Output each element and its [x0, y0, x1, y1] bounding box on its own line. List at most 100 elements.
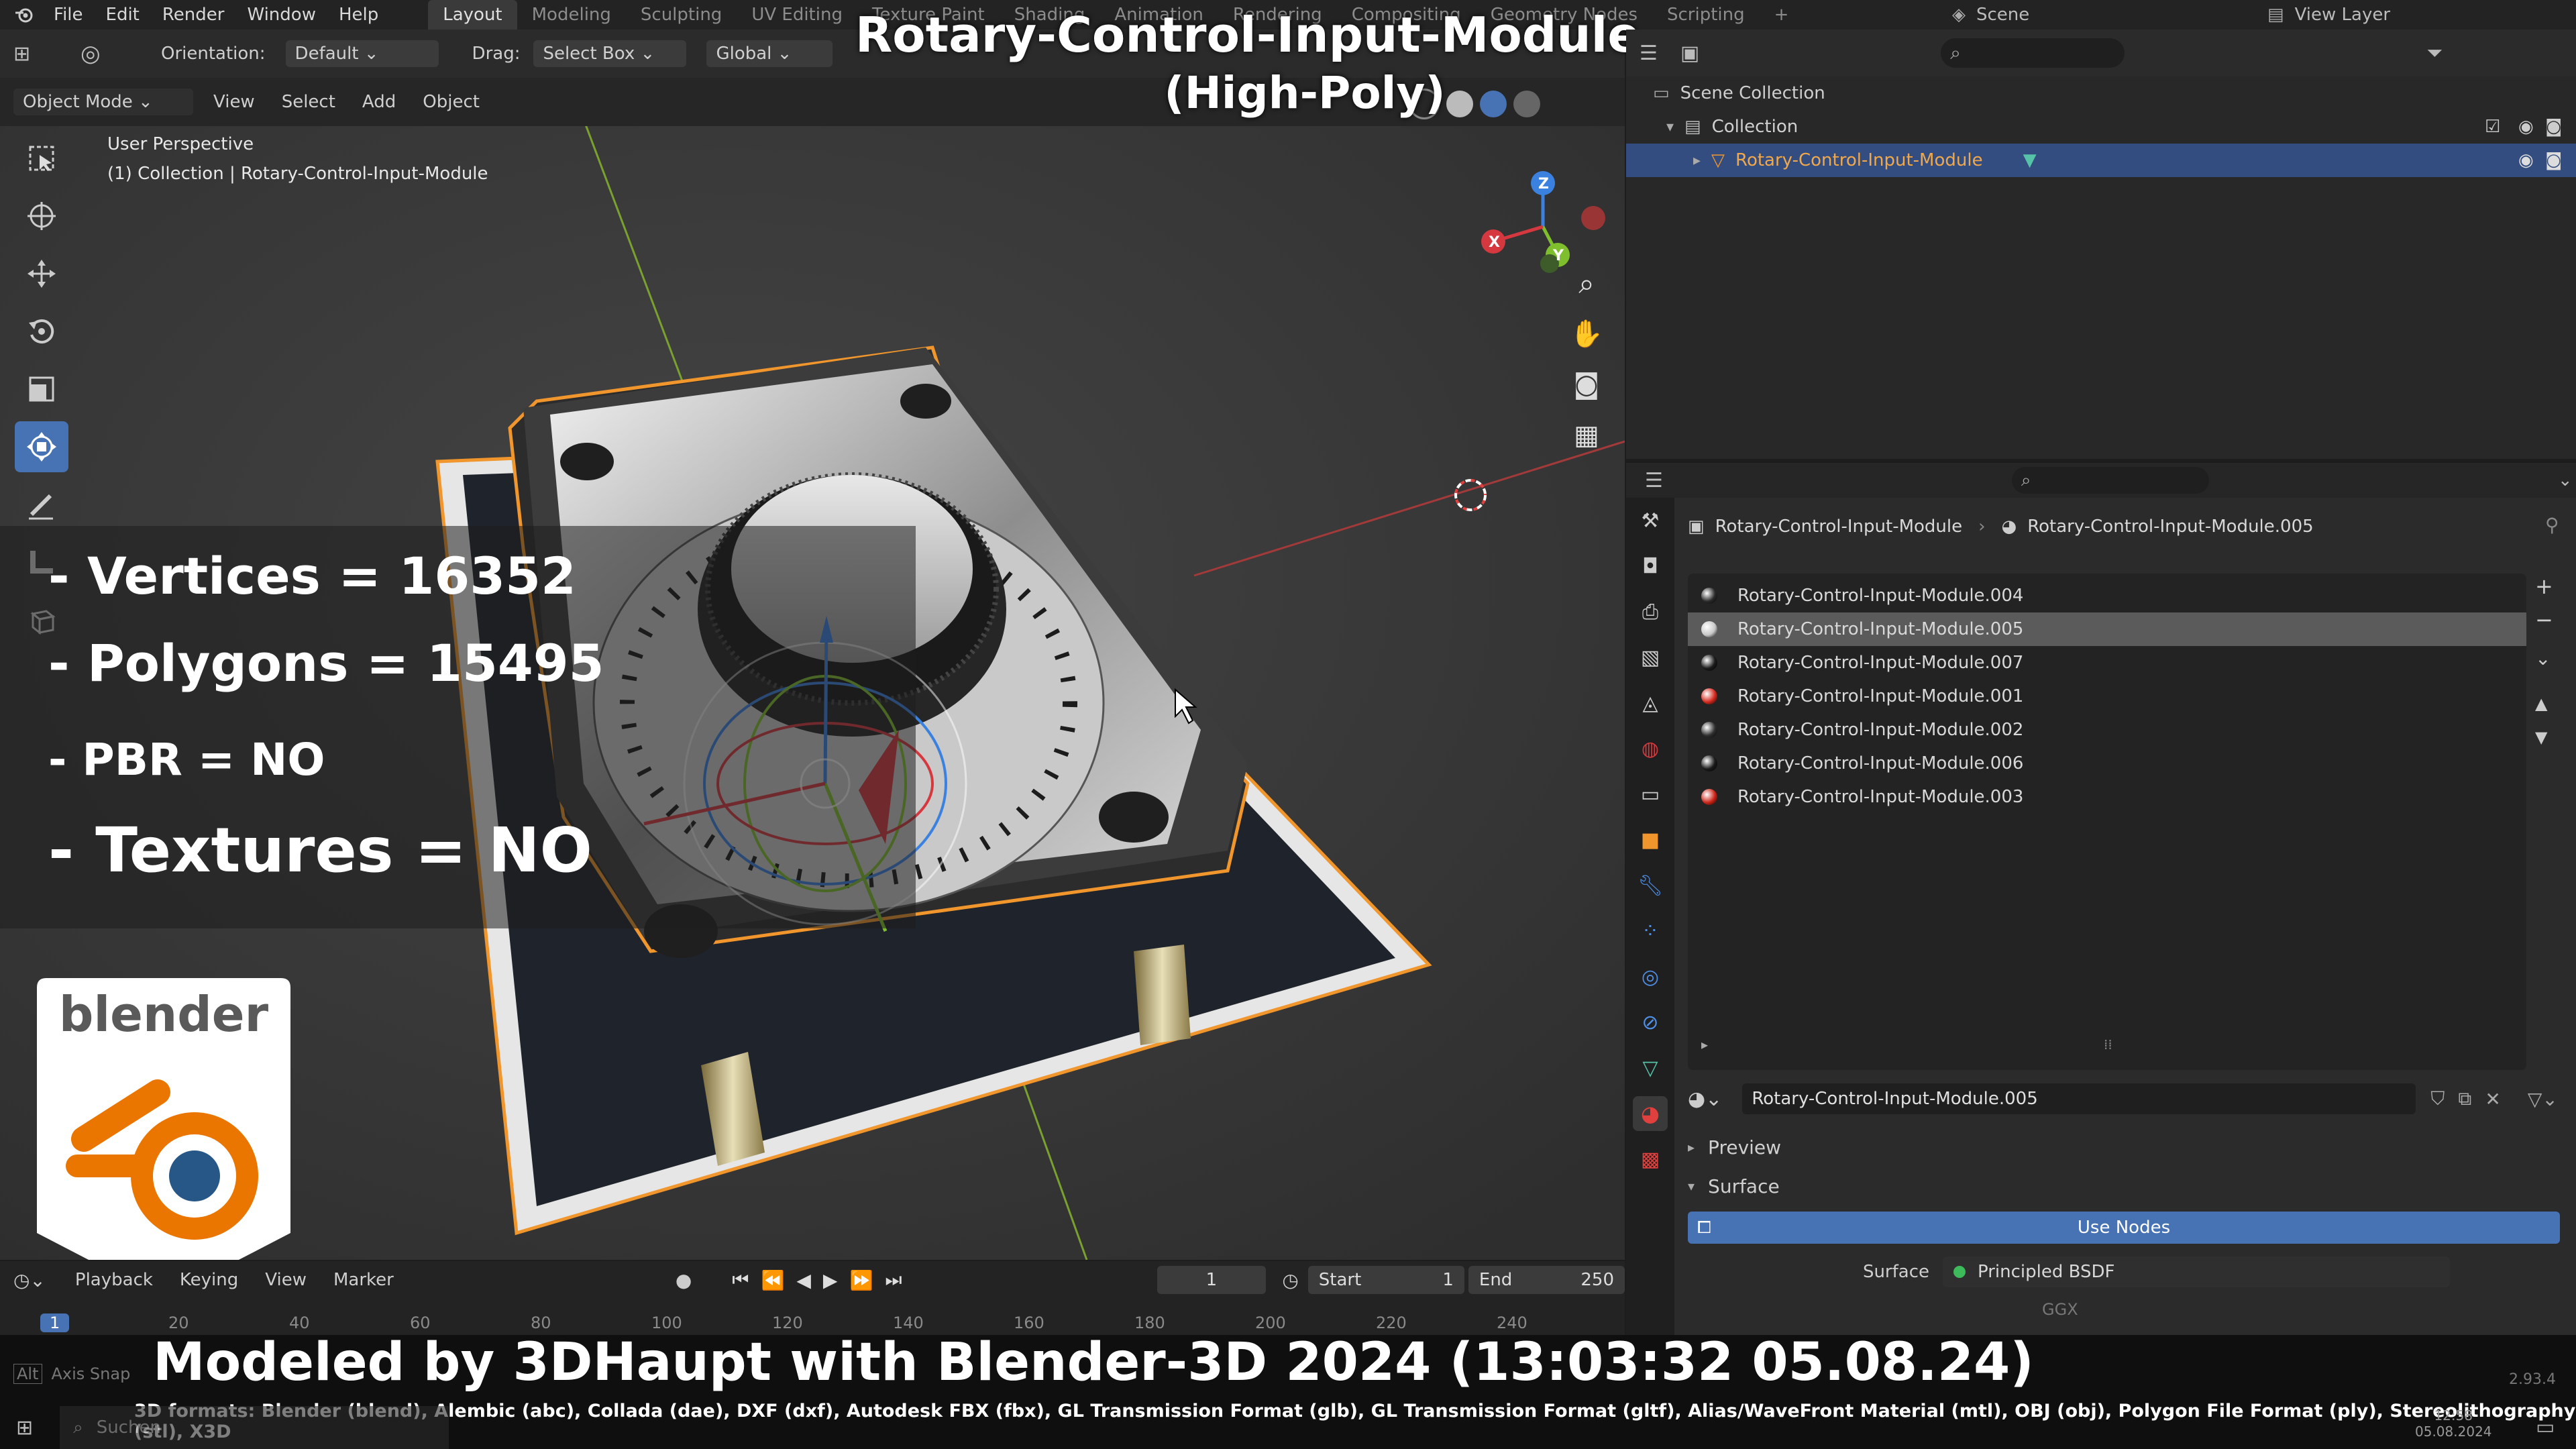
physics-tab-icon[interactable]: ◎: [1633, 959, 1668, 994]
ortho-grid-icon[interactable]: ▦: [1563, 420, 1610, 467]
menu-edit[interactable]: Edit: [106, 5, 140, 25]
tab-sculpting[interactable]: Sculpting: [626, 0, 737, 30]
tool-icon[interactable]: ◎: [80, 40, 121, 67]
properties-editor-icon[interactable]: ☰: [1645, 469, 1663, 492]
material-slot-item[interactable]: Rotary-Control-Input-Module.002: [1688, 713, 2526, 747]
browse-material-icon[interactable]: ◕⌄: [1688, 1087, 1722, 1111]
expand-arrow-icon[interactable]: ▸: [1693, 152, 1701, 169]
pin-icon[interactable]: ⚲: [2545, 514, 2559, 536]
menu-window[interactable]: Window: [247, 5, 316, 25]
particles-tab-icon[interactable]: ⁘: [1633, 914, 1668, 949]
menu-add[interactable]: Add: [362, 92, 396, 112]
fake-user-shield-icon[interactable]: ⛉: [2430, 1087, 2445, 1110]
list-resize-handle-icon[interactable]: ⁞⁞: [2104, 1036, 2112, 1053]
add-slot-icon[interactable]: +: [2535, 574, 2553, 607]
render-camera-icon[interactable]: ◙: [2545, 150, 2562, 170]
use-nodes-button[interactable]: ⧠ Use Nodes: [1688, 1212, 2560, 1244]
select-box-tool[interactable]: [15, 133, 68, 184]
collection-row[interactable]: ▾ ▤ Collection ☑ ◉ ◙: [1626, 110, 2576, 144]
view-layer-tab-icon[interactable]: ▧: [1633, 640, 1668, 675]
constraints-tab-icon[interactable]: ⊘: [1633, 1005, 1668, 1040]
taskbar-search-field[interactable]: ⌕ Suchen: [60, 1406, 449, 1449]
menu-object[interactable]: Object: [423, 92, 480, 112]
collection-tab-icon[interactable]: ▭: [1633, 777, 1668, 812]
annotate-tool[interactable]: [15, 479, 68, 530]
menu-view[interactable]: View: [213, 92, 255, 112]
material-slot-label: Rotary-Control-Input-Module.006: [1737, 753, 2024, 773]
view-layer-selector[interactable]: ▤ View Layer: [2267, 0, 2390, 30]
unlink-material-icon[interactable]: ✕: [2485, 1088, 2500, 1110]
exclude-checkbox-icon[interactable]: ☑: [2485, 117, 2500, 137]
transform-orientation-dropdown[interactable]: Global ⌄: [706, 40, 833, 67]
pan-hand-icon[interactable]: ✋: [1563, 318, 1610, 365]
distribution-field[interactable]: GGX: [2042, 1300, 2078, 1319]
material-slot-item[interactable]: Rotary-Control-Input-Module.003: [1688, 780, 2526, 814]
scene-collection-row[interactable]: ▭ Scene Collection: [1626, 76, 2576, 110]
surface-panel-header[interactable]: ▾ Surface: [1688, 1169, 1780, 1203]
mode-dropdown[interactable]: Object Mode ⌄: [13, 89, 193, 115]
visibility-eye-icon[interactable]: ◉: [2518, 117, 2534, 137]
move-up-icon[interactable]: ▲: [2535, 694, 2553, 728]
scene-selector[interactable]: ◈ Scene: [1952, 0, 2029, 30]
blender-menu-icon[interactable]: [9, 0, 39, 30]
material-slot-item[interactable]: Rotary-Control-Input-Module.001: [1688, 680, 2526, 713]
menu-select[interactable]: Select: [282, 92, 335, 112]
timeline-tick-label: 200: [1255, 1313, 1286, 1332]
move-down-icon[interactable]: ▼: [2535, 728, 2553, 761]
texture-tab-icon[interactable]: ▩: [1633, 1142, 1668, 1177]
outliner-search-field[interactable]: ⌕: [1941, 38, 2125, 68]
scale-tool[interactable]: [15, 364, 68, 415]
modifier-tab-icon[interactable]: 🔧︎: [1633, 868, 1668, 903]
duplicate-material-icon[interactable]: ⧉: [2458, 1087, 2471, 1110]
move-tool[interactable]: [15, 248, 68, 299]
link-mode-icon[interactable]: ▽⌄: [2528, 1088, 2558, 1110]
remove-slot-icon[interactable]: −: [2535, 607, 2553, 647]
expand-arrow-icon[interactable]: ▾: [1666, 119, 1674, 136]
menu-help[interactable]: Help: [339, 5, 378, 25]
editor-type-icon[interactable]: ⊞: [13, 42, 54, 66]
properties-search-field[interactable]: ⌕: [2011, 467, 2209, 494]
data-tab-icon[interactable]: ▽: [1633, 1051, 1668, 1085]
object-icon: ▣: [1688, 517, 1705, 537]
material-slot-item[interactable]: Rotary-Control-Input-Module.005: [1688, 612, 2526, 646]
add-workspace-button[interactable]: +: [1760, 0, 1804, 30]
tab-scripting[interactable]: Scripting: [1652, 0, 1760, 30]
tab-modeling[interactable]: Modeling: [517, 0, 626, 30]
menu-file[interactable]: File: [54, 5, 83, 25]
orientation-dropdown[interactable]: Default ⌄: [285, 40, 439, 67]
zoom-icon[interactable]: ⌕: [1563, 267, 1610, 314]
material-name-field[interactable]: Rotary-Control-Input-Module.005: [1742, 1083, 2416, 1114]
cursor-tool[interactable]: [15, 191, 68, 241]
material-slot-item[interactable]: Rotary-Control-Input-Module.006: [1688, 747, 2526, 780]
visibility-eye-icon[interactable]: ◉: [2518, 150, 2534, 170]
surface-shader-field[interactable]: Principled BSDF: [1943, 1256, 2450, 1287]
filter-funnel-icon[interactable]: ⏷: [2426, 42, 2443, 65]
transform-tool[interactable]: [15, 421, 68, 472]
preview-panel-header[interactable]: ▸ Preview: [1688, 1130, 1781, 1164]
rotate-tool[interactable]: [15, 306, 68, 357]
world-tab-icon[interactable]: ◍: [1633, 731, 1668, 766]
list-expand-icon[interactable]: ▸: [1701, 1036, 1708, 1053]
material-tab-icon[interactable]: ◕: [1633, 1096, 1668, 1131]
scene-tab-icon[interactable]: ◬: [1633, 686, 1668, 720]
material-slot-item[interactable]: Rotary-Control-Input-Module.007: [1688, 646, 2526, 680]
material-slot-item[interactable]: Rotary-Control-Input-Module.004: [1688, 579, 2526, 612]
slot-specials-icon[interactable]: ⌄: [2535, 647, 2553, 694]
drag-dropdown[interactable]: Select Box ⌄: [533, 40, 687, 67]
menu-render[interactable]: Render: [162, 5, 225, 25]
tool-tab-icon[interactable]: ⚒: [1633, 503, 1668, 538]
notifications-icon[interactable]: ▭: [2536, 1415, 2555, 1439]
outliner-filter-icon[interactable]: ▣: [1680, 42, 1699, 65]
camera-view-icon[interactable]: ◙: [1563, 369, 1610, 416]
object-row[interactable]: ▸ ▽ Rotary-Control-Input-Module ▼ ◉ ◙: [1626, 144, 2576, 177]
object-tab-icon[interactable]: ■: [1633, 822, 1668, 857]
windows-start-icon[interactable]: ⊞: [16, 1416, 33, 1440]
3d-viewport[interactable]: User Perspective (1) Collection | Rotary…: [0, 126, 1625, 1260]
options-chevron-icon[interactable]: ⌄: [2558, 470, 2573, 490]
timeline-ruler[interactable]: 1 20 40 60 80 100 120 140 160 180 200 220 240: [0, 1261, 1625, 1335]
render-camera-icon[interactable]: ◙: [2545, 117, 2562, 137]
output-tab-icon[interactable]: ⎙: [1633, 594, 1668, 629]
outliner-editor-icon[interactable]: ☰: [1640, 42, 1658, 65]
tab-layout[interactable]: Layout: [428, 0, 517, 30]
render-tab-icon[interactable]: ◘: [1633, 549, 1668, 584]
